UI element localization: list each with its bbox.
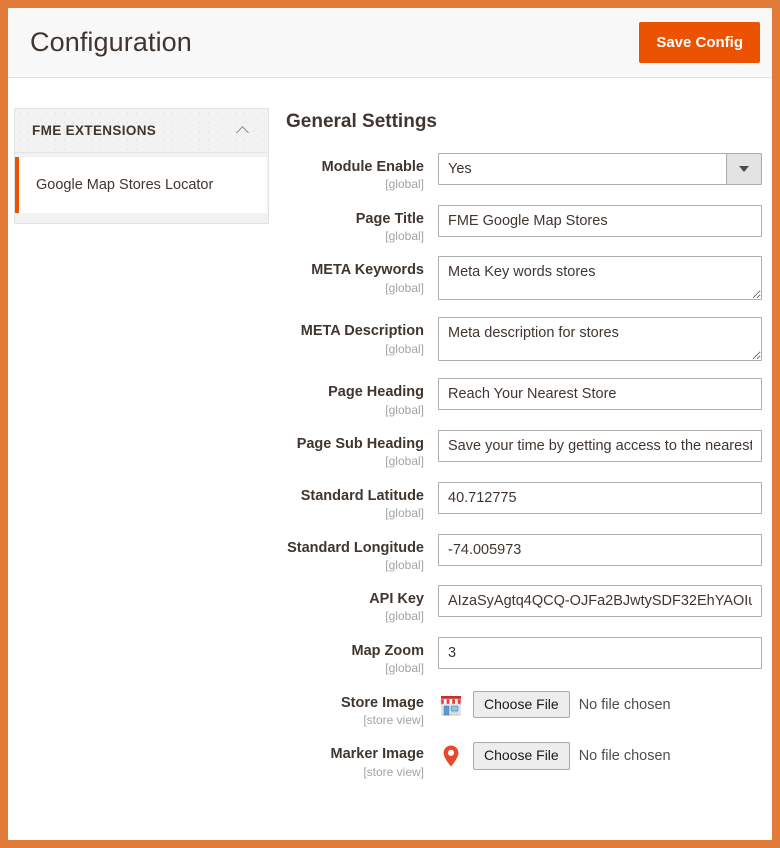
- field-label-meta-keywords: META Keywords [global]: [286, 256, 438, 296]
- field-scope: [global]: [286, 403, 424, 419]
- save-config-button[interactable]: Save Config: [639, 22, 760, 63]
- field-label-marker-image: Marker Image [store view]: [286, 740, 438, 780]
- field-scope: [global]: [286, 506, 424, 522]
- module-enable-value: Yes: [448, 154, 472, 184]
- field-row-api-key: API Key [global]: [286, 585, 762, 625]
- standard-latitude-input[interactable]: [438, 482, 762, 514]
- field-row-marker-image: Marker Image [store view] Choose File No…: [286, 740, 762, 780]
- sidebar-section-title: FME EXTENSIONS: [32, 123, 156, 138]
- marker-image-choose-file-button[interactable]: Choose File: [473, 742, 570, 770]
- sidebar-item-google-map-stores-locator[interactable]: Google Map Stores Locator: [15, 157, 267, 213]
- field-label-text: Marker Image: [286, 745, 424, 763]
- field-label-text: META Description: [286, 322, 424, 340]
- field-scope: [store view]: [286, 713, 424, 729]
- field-control-store-image: Choose File No file chosen: [438, 689, 762, 719]
- field-label-text: Module Enable: [286, 158, 424, 176]
- triangle-down-glyph: [739, 166, 749, 172]
- field-scope: [global]: [286, 454, 424, 470]
- map-zoom-input[interactable]: [438, 637, 762, 669]
- sidebar-section-fme-extensions: FME EXTENSIONS Google Map Stores Locator: [14, 108, 269, 224]
- field-label-page-title: Page Title [global]: [286, 205, 438, 245]
- field-label-api-key: API Key [global]: [286, 585, 438, 625]
- field-label-standard-latitude: Standard Latitude [global]: [286, 482, 438, 522]
- field-row-standard-latitude: Standard Latitude [global]: [286, 482, 762, 522]
- marker-image-file-input[interactable]: Choose File No file chosen: [473, 742, 671, 770]
- sidebar-section-header[interactable]: FME EXTENSIONS: [15, 109, 268, 153]
- field-scope: [global]: [286, 558, 424, 574]
- field-row-meta-keywords: META Keywords [global] Meta Key words st…: [286, 256, 762, 305]
- field-row-map-zoom: Map Zoom [global]: [286, 637, 762, 677]
- field-scope: [global]: [286, 177, 424, 193]
- page-header: Configuration Save Config: [8, 8, 772, 78]
- store-image-choose-file-button[interactable]: Choose File: [473, 691, 570, 719]
- field-control-standard-longitude: [438, 534, 762, 566]
- store-image-file-status: No file chosen: [579, 697, 671, 713]
- field-label-standard-longitude: Standard Longitude [global]: [286, 534, 438, 574]
- field-scope: [store view]: [286, 765, 424, 781]
- field-label-text: Page Sub Heading: [286, 435, 424, 453]
- section-heading: General Settings: [286, 111, 762, 133]
- field-label-text: Map Zoom: [286, 642, 424, 660]
- field-control-api-key: [438, 585, 762, 617]
- chevron-down-icon[interactable]: [726, 154, 761, 184]
- store-image-file-input[interactable]: Choose File No file chosen: [473, 691, 671, 719]
- field-control-page-title: [438, 205, 762, 237]
- field-label-text: Page Heading: [286, 383, 424, 401]
- field-row-page-title: Page Title [global]: [286, 205, 762, 245]
- field-scope: [global]: [286, 342, 424, 358]
- sidebar-item-list: Google Map Stores Locator: [15, 153, 268, 222]
- field-label-text: Store Image: [286, 694, 424, 712]
- standard-longitude-input[interactable]: [438, 534, 762, 566]
- page-frame: Configuration Save Config FME EXTENSIONS…: [0, 0, 780, 848]
- field-control-standard-latitude: [438, 482, 762, 514]
- page-title-input[interactable]: [438, 205, 762, 237]
- field-control-meta-keywords: Meta Key words stores: [438, 256, 762, 305]
- field-label-module-enable: Module Enable [global]: [286, 153, 438, 193]
- field-label-store-image: Store Image [store view]: [286, 689, 438, 729]
- api-key-input[interactable]: [438, 585, 762, 617]
- field-control-page-sub-heading: [438, 430, 762, 462]
- settings-content: General Settings Module Enable [global] …: [269, 108, 772, 792]
- field-row-page-heading: Page Heading [global]: [286, 378, 762, 418]
- field-control-meta-description: Meta description for stores: [438, 317, 762, 366]
- sidebar: FME EXTENSIONS Google Map Stores Locator: [14, 108, 269, 224]
- field-label-text: Standard Longitude: [286, 539, 424, 557]
- field-label-text: Standard Latitude: [286, 487, 424, 505]
- field-label-text: API Key: [286, 590, 424, 608]
- module-enable-select[interactable]: Yes: [438, 153, 762, 185]
- marker-image-file-status: No file chosen: [579, 748, 671, 764]
- field-label-map-zoom: Map Zoom [global]: [286, 637, 438, 677]
- field-control-module-enable: Yes: [438, 153, 762, 185]
- map-pin-icon: [438, 743, 464, 769]
- field-row-module-enable: Module Enable [global] Yes: [286, 153, 762, 193]
- field-control-marker-image: Choose File No file chosen: [438, 740, 762, 770]
- field-label-page-heading: Page Heading [global]: [286, 378, 438, 418]
- field-control-map-zoom: [438, 637, 762, 669]
- field-label-meta-description: META Description [global]: [286, 317, 438, 357]
- field-control-page-heading: [438, 378, 762, 410]
- field-scope: [global]: [286, 229, 424, 245]
- page-heading-input[interactable]: [438, 378, 762, 410]
- field-label-text: Page Title: [286, 210, 424, 228]
- field-label-page-sub-heading: Page Sub Heading [global]: [286, 430, 438, 470]
- page-sub-heading-input[interactable]: [438, 430, 762, 462]
- page-title: Configuration: [30, 28, 192, 58]
- field-row-meta-description: META Description [global] Meta descripti…: [286, 317, 762, 366]
- field-scope: [global]: [286, 661, 424, 677]
- field-label-text: META Keywords: [286, 261, 424, 279]
- meta-keywords-textarea[interactable]: Meta Key words stores: [438, 256, 762, 300]
- field-scope: [global]: [286, 609, 424, 625]
- meta-description-textarea[interactable]: Meta description for stores: [438, 317, 762, 361]
- storefront-icon: [438, 692, 464, 718]
- field-scope: [global]: [286, 281, 424, 297]
- field-row-standard-longitude: Standard Longitude [global]: [286, 534, 762, 574]
- chevron-up-icon[interactable]: [237, 124, 250, 137]
- page-body: FME EXTENSIONS Google Map Stores Locator…: [8, 78, 772, 792]
- field-row-page-sub-heading: Page Sub Heading [global]: [286, 430, 762, 470]
- field-row-store-image: Store Image [store view]: [286, 689, 762, 729]
